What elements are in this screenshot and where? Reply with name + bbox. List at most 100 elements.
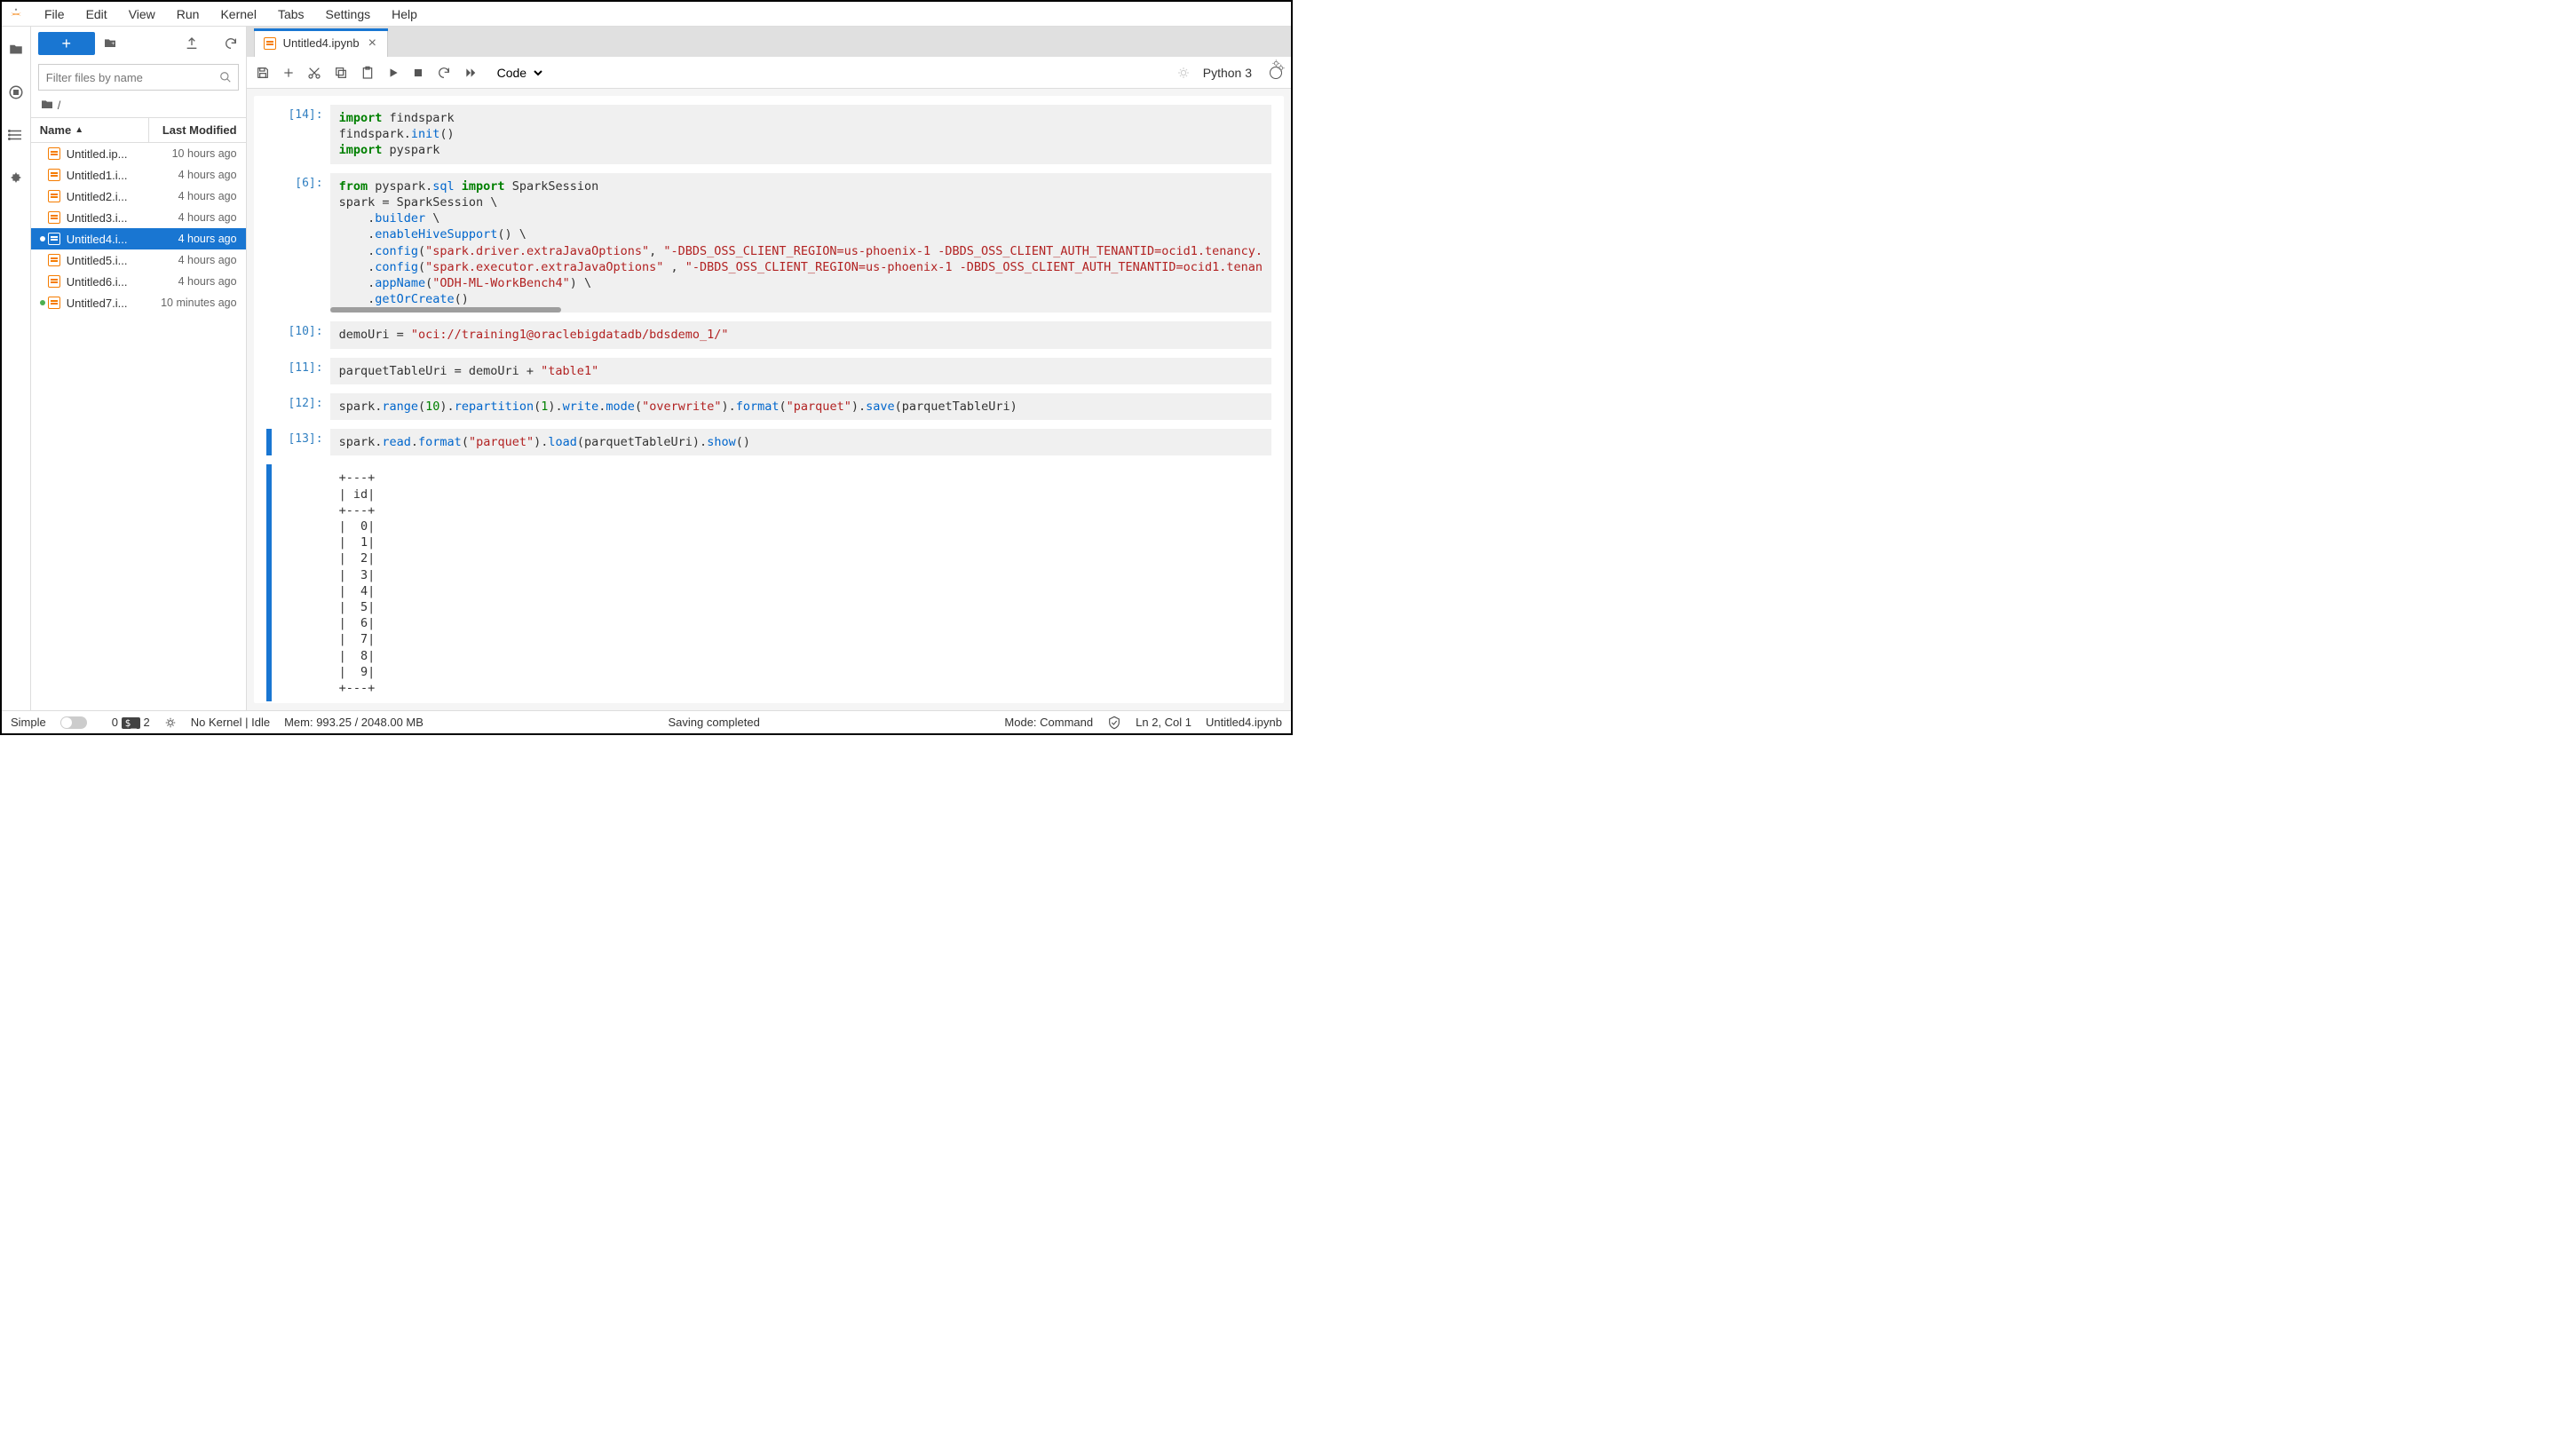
notebook-cell[interactable]: [14]:import findspark findspark.init() i…: [266, 105, 1271, 164]
extensions-icon[interactable]: [7, 169, 25, 186]
run-icon[interactable]: [387, 67, 400, 79]
tabs-count: 0: [112, 716, 118, 729]
svg-text:+: +: [111, 41, 115, 47]
filter-files-input[interactable]: [38, 64, 239, 91]
file-name: Untitled3.i...: [67, 211, 148, 225]
notebook-content[interactable]: [14]:import findspark findspark.init() i…: [254, 96, 1284, 703]
file-name: Untitled2.i...: [67, 190, 148, 203]
file-modified: 4 hours ago: [148, 211, 237, 224]
new-launcher-button[interactable]: +: [38, 32, 95, 55]
current-file: Untitled4.ipynb: [1206, 716, 1282, 729]
stop-icon[interactable]: [412, 67, 424, 79]
file-row[interactable]: Untitled7.i...10 minutes ago: [31, 292, 246, 313]
menu-view[interactable]: View: [118, 4, 166, 25]
menu-bar: FileEditViewRunKernelTabsSettingsHelp: [2, 2, 1291, 27]
notebook-cell[interactable]: [13]:spark.read.format("parquet").load(p…: [266, 429, 1271, 455]
menu-file[interactable]: File: [34, 4, 75, 25]
close-icon[interactable]: ×: [367, 36, 378, 51]
notebook-cell[interactable]: [10]:demoUri = "oci://training1@oraclebi…: [266, 321, 1271, 348]
refresh-icon[interactable]: [223, 36, 239, 51]
file-row[interactable]: Untitled2.i...4 hours ago: [31, 186, 246, 207]
folder-icon[interactable]: [7, 41, 25, 59]
file-name: Untitled1.i...: [67, 169, 148, 182]
running-icon[interactable]: [7, 83, 25, 101]
menu-kernel[interactable]: Kernel: [210, 4, 266, 25]
cursor-position: Ln 2, Col 1: [1136, 716, 1191, 729]
breadcrumb-root: /: [58, 99, 61, 112]
menu-tabs[interactable]: Tabs: [267, 4, 315, 25]
code-input[interactable]: demoUri = "oci://training1@oraclebigdata…: [330, 321, 1271, 348]
kernel-name[interactable]: Python 3: [1203, 66, 1252, 80]
file-row[interactable]: Untitled3.i...4 hours ago: [31, 207, 246, 228]
terminal-icon[interactable]: $_: [122, 717, 140, 729]
file-modified: 4 hours ago: [148, 190, 237, 202]
upload-icon[interactable]: [184, 36, 200, 51]
notebook-icon: [47, 210, 61, 225]
cell-gutter: [266, 321, 272, 348]
file-name: Untitled5.i...: [67, 254, 148, 267]
simple-mode-toggle[interactable]: [60, 716, 87, 729]
file-row[interactable]: Untitled4.i...4 hours ago: [31, 228, 246, 249]
notebook-icon: [47, 253, 61, 267]
save-icon[interactable]: [256, 66, 270, 80]
notebook-icon: [47, 146, 61, 161]
code-input[interactable]: parquetTableUri = demoUri + "table1": [330, 358, 1271, 384]
column-name-header[interactable]: Name ▲: [31, 118, 148, 142]
notebook-cell[interactable]: [11]:parquetTableUri = demoUri + "table1…: [266, 358, 1271, 384]
cell-gutter: [266, 105, 272, 164]
cell-prompt: [13]:: [273, 429, 330, 455]
file-row[interactable]: Untitled.ip...10 hours ago: [31, 143, 246, 164]
code-input[interactable]: spark.read.format("parquet").load(parque…: [330, 429, 1271, 455]
copy-icon[interactable]: [334, 66, 348, 80]
paste-icon[interactable]: [360, 66, 375, 80]
notebook-icon: [47, 232, 61, 246]
menu-help[interactable]: Help: [381, 4, 428, 25]
toc-icon[interactable]: [7, 126, 25, 144]
cell-gutter: [266, 358, 272, 384]
file-name: Untitled7.i...: [67, 297, 148, 310]
celltype-select[interactable]: Code: [490, 63, 545, 83]
file-modified: 10 hours ago: [148, 147, 237, 160]
modified-dot-icon: [40, 300, 45, 305]
file-modified: 4 hours ago: [148, 169, 237, 181]
notebook-icon: [47, 168, 61, 182]
document-area: Untitled4.ipynb × Code Pytho: [247, 27, 1291, 710]
notebook-icon: [47, 296, 61, 310]
notebook-icon: [264, 37, 276, 50]
status-bar: Simple 0 $_ 2 No Kernel | Idle Mem: 993.…: [2, 710, 1291, 733]
trusted-icon[interactable]: [1107, 716, 1121, 730]
add-cell-icon[interactable]: [282, 67, 295, 79]
run-all-icon[interactable]: [463, 67, 478, 79]
restart-icon[interactable]: [437, 66, 451, 80]
cell-gutter: [266, 429, 272, 455]
code-input[interactable]: from pyspark.sql import SparkSession spa…: [330, 173, 1271, 313]
memory-usage: Mem: 993.25 / 2048.00 MB: [284, 716, 424, 729]
terminals-count: 2: [143, 716, 149, 729]
jupyter-logo-icon: [7, 5, 25, 23]
cut-icon[interactable]: [307, 66, 321, 80]
menu-edit[interactable]: Edit: [75, 4, 118, 25]
gear-icon[interactable]: [1271, 59, 1286, 73]
new-folder-icon[interactable]: +: [102, 36, 118, 51]
code-input[interactable]: spark.range(10).repartition(1).write.mod…: [330, 393, 1271, 420]
lsp-icon[interactable]: [164, 716, 177, 729]
notebook-cell[interactable]: [12]:spark.range(10).repartition(1).writ…: [266, 393, 1271, 420]
notebook-icon: [47, 274, 61, 289]
cell-output: +---+ | id| +---+ | 0| | 1| | 2| | 3| | …: [330, 464, 1271, 701]
file-row[interactable]: Untitled5.i...4 hours ago: [31, 249, 246, 271]
breadcrumb[interactable]: /: [31, 94, 246, 117]
file-row[interactable]: Untitled1.i...4 hours ago: [31, 164, 246, 186]
file-row[interactable]: Untitled6.i...4 hours ago: [31, 271, 246, 292]
kernel-status-text[interactable]: No Kernel | Idle: [191, 716, 270, 729]
cell-prompt: [10]:: [273, 321, 330, 348]
search-icon: [219, 71, 232, 83]
activity-bar: [2, 27, 31, 710]
cell-gutter: [266, 393, 272, 420]
code-input[interactable]: import findspark findspark.init() import…: [330, 105, 1271, 164]
column-modified-header[interactable]: Last Modified: [148, 118, 246, 142]
tab-untitled4[interactable]: Untitled4.ipynb ×: [254, 28, 388, 57]
menu-run[interactable]: Run: [166, 4, 210, 25]
notebook-toolbar: Code Python 3: [247, 57, 1291, 89]
notebook-cell[interactable]: [6]:from pyspark.sql import SparkSession…: [266, 173, 1271, 313]
menu-settings[interactable]: Settings: [315, 4, 382, 25]
